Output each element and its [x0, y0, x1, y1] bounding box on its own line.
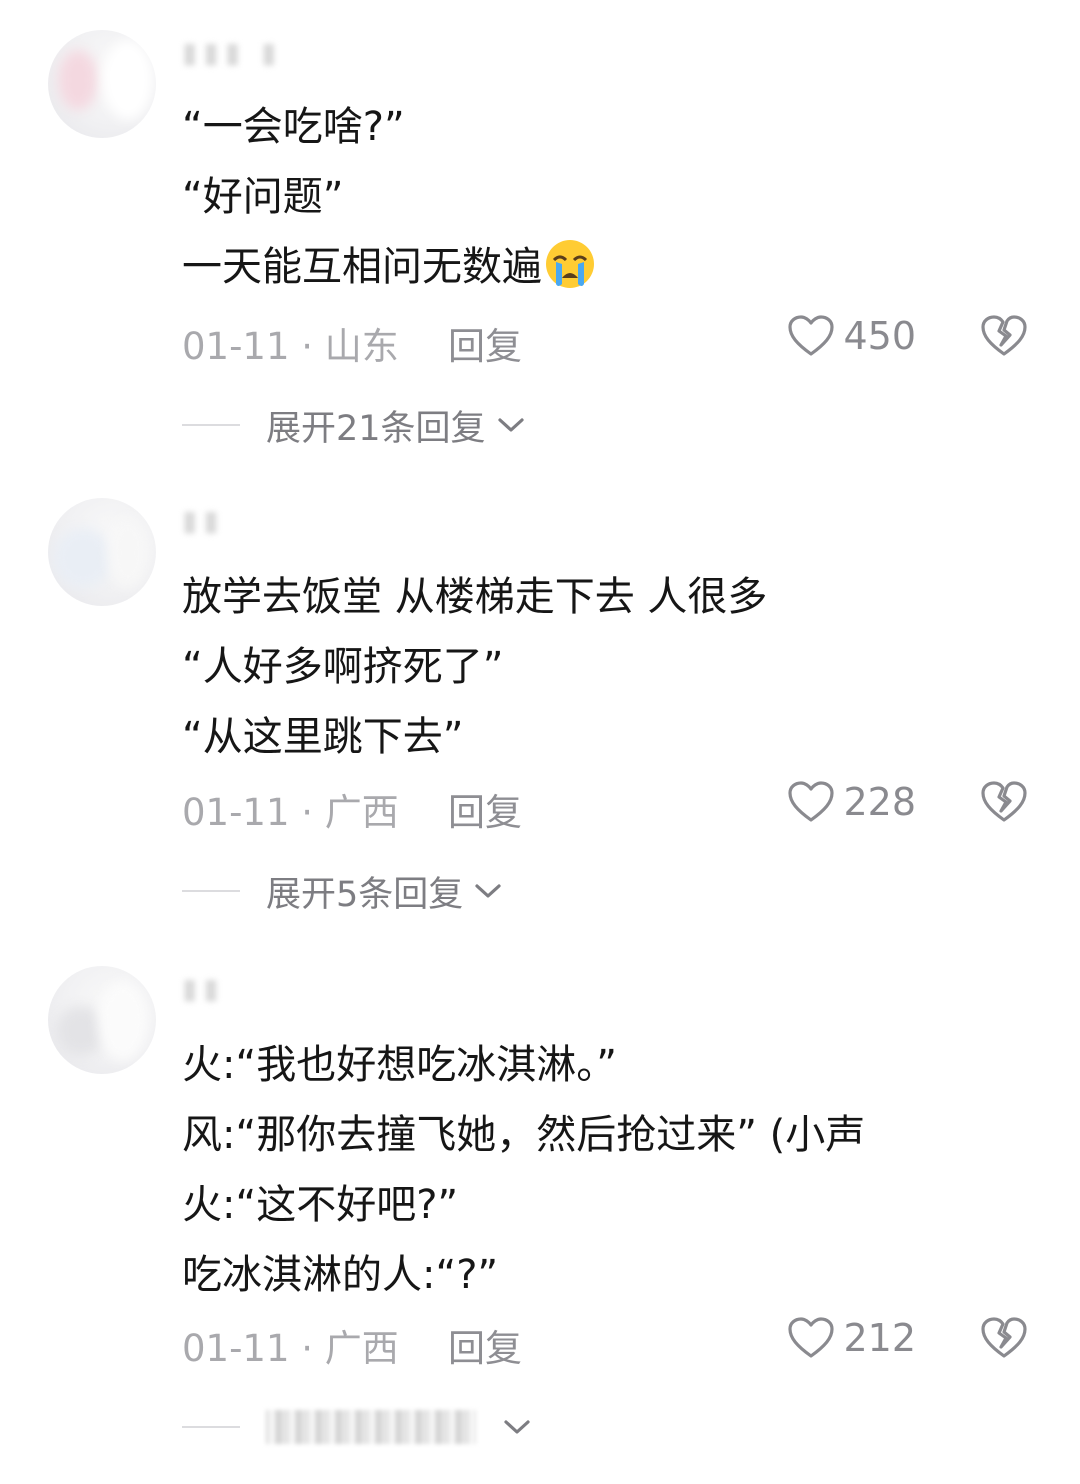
heart-icon	[787, 314, 835, 358]
like-button[interactable]: 450	[787, 314, 916, 358]
comment-line: “好问题”	[182, 174, 344, 220]
expand-replies-button[interactable]	[182, 1402, 532, 1452]
like-count: 228	[843, 780, 916, 824]
comment-meta: 01-11 · 广西 回复 212	[182, 1316, 1028, 1370]
comment-body: 火:“我也好想吃冰淇淋。” 风:“那你去撞飞她，然后抢过来” (小声 火:“这不…	[182, 1030, 865, 1310]
loudly-crying-face-icon	[544, 238, 596, 290]
divider	[182, 890, 240, 892]
username[interactable]: ▮▮	[182, 504, 225, 544]
comment-line: 放学去饭堂 从楼梯走下去 人很多	[182, 574, 768, 620]
username[interactable]: ▮▮	[182, 972, 225, 1012]
chevron-down-icon	[473, 881, 503, 901]
broken-heart-icon[interactable]	[980, 1314, 1028, 1360]
avatar[interactable]	[48, 498, 156, 606]
comment-meta: 01-11 · 广西 回复 228	[182, 780, 1028, 834]
username[interactable]: ▮▮▮ ▮	[182, 36, 283, 76]
reply-button[interactable]: 回复	[448, 1318, 522, 1372]
date-location: 01-11 · 山东	[182, 325, 399, 368]
expand-replies-button[interactable]: 展开5条回复	[182, 866, 503, 916]
comment-body: “一会吃啥?” “好问题” 一天能互相问无数遍	[182, 92, 596, 302]
divider	[182, 1426, 240, 1428]
like-count: 212	[843, 1316, 916, 1360]
comment-line: 一天能互相问无数遍	[182, 232, 596, 302]
comment-line: 火:“我也好想吃冰淇淋。”	[182, 1042, 617, 1088]
redacted-label	[266, 1410, 476, 1444]
chevron-down-icon	[496, 415, 526, 435]
comment-line: 风:“那你去撞飞她，然后抢过来” (小声	[182, 1112, 866, 1158]
date-location: 01-11 · 广西	[182, 791, 399, 834]
comment-line: “从这里跳下去”	[182, 714, 464, 760]
like-button[interactable]: 228	[787, 780, 916, 824]
expand-replies-label: 展开21条回复	[266, 408, 486, 449]
reply-button[interactable]: 回复	[448, 316, 522, 370]
comment-line: “一会吃啥?”	[182, 104, 405, 150]
avatar[interactable]	[48, 966, 156, 1074]
comment-line: “人好多啊挤死了”	[182, 644, 504, 690]
expand-replies-button[interactable]: 展开21条回复	[182, 400, 526, 450]
like-button[interactable]: 212	[787, 1316, 916, 1360]
heart-icon	[787, 1316, 835, 1360]
broken-heart-icon[interactable]	[980, 312, 1028, 358]
comment-body: 放学去饭堂 从楼梯走下去 人很多 “人好多啊挤死了” “从这里跳下去”	[182, 562, 767, 772]
comment-line: 吃冰淇淋的人:“?”	[182, 1252, 499, 1298]
avatar[interactable]	[48, 30, 156, 138]
broken-heart-icon[interactable]	[980, 778, 1028, 824]
comment-line: 火:“这不好吧?”	[182, 1182, 459, 1228]
chevron-down-icon	[502, 1417, 532, 1437]
expand-replies-label: 展开5条回复	[266, 874, 464, 915]
heart-icon	[787, 780, 835, 824]
comment-meta: 01-11 · 山东 回复 450	[182, 314, 1028, 368]
date-location: 01-11 · 广西	[182, 1327, 399, 1370]
divider	[182, 424, 240, 426]
like-count: 450	[843, 314, 916, 358]
reply-button[interactable]: 回复	[448, 782, 522, 836]
